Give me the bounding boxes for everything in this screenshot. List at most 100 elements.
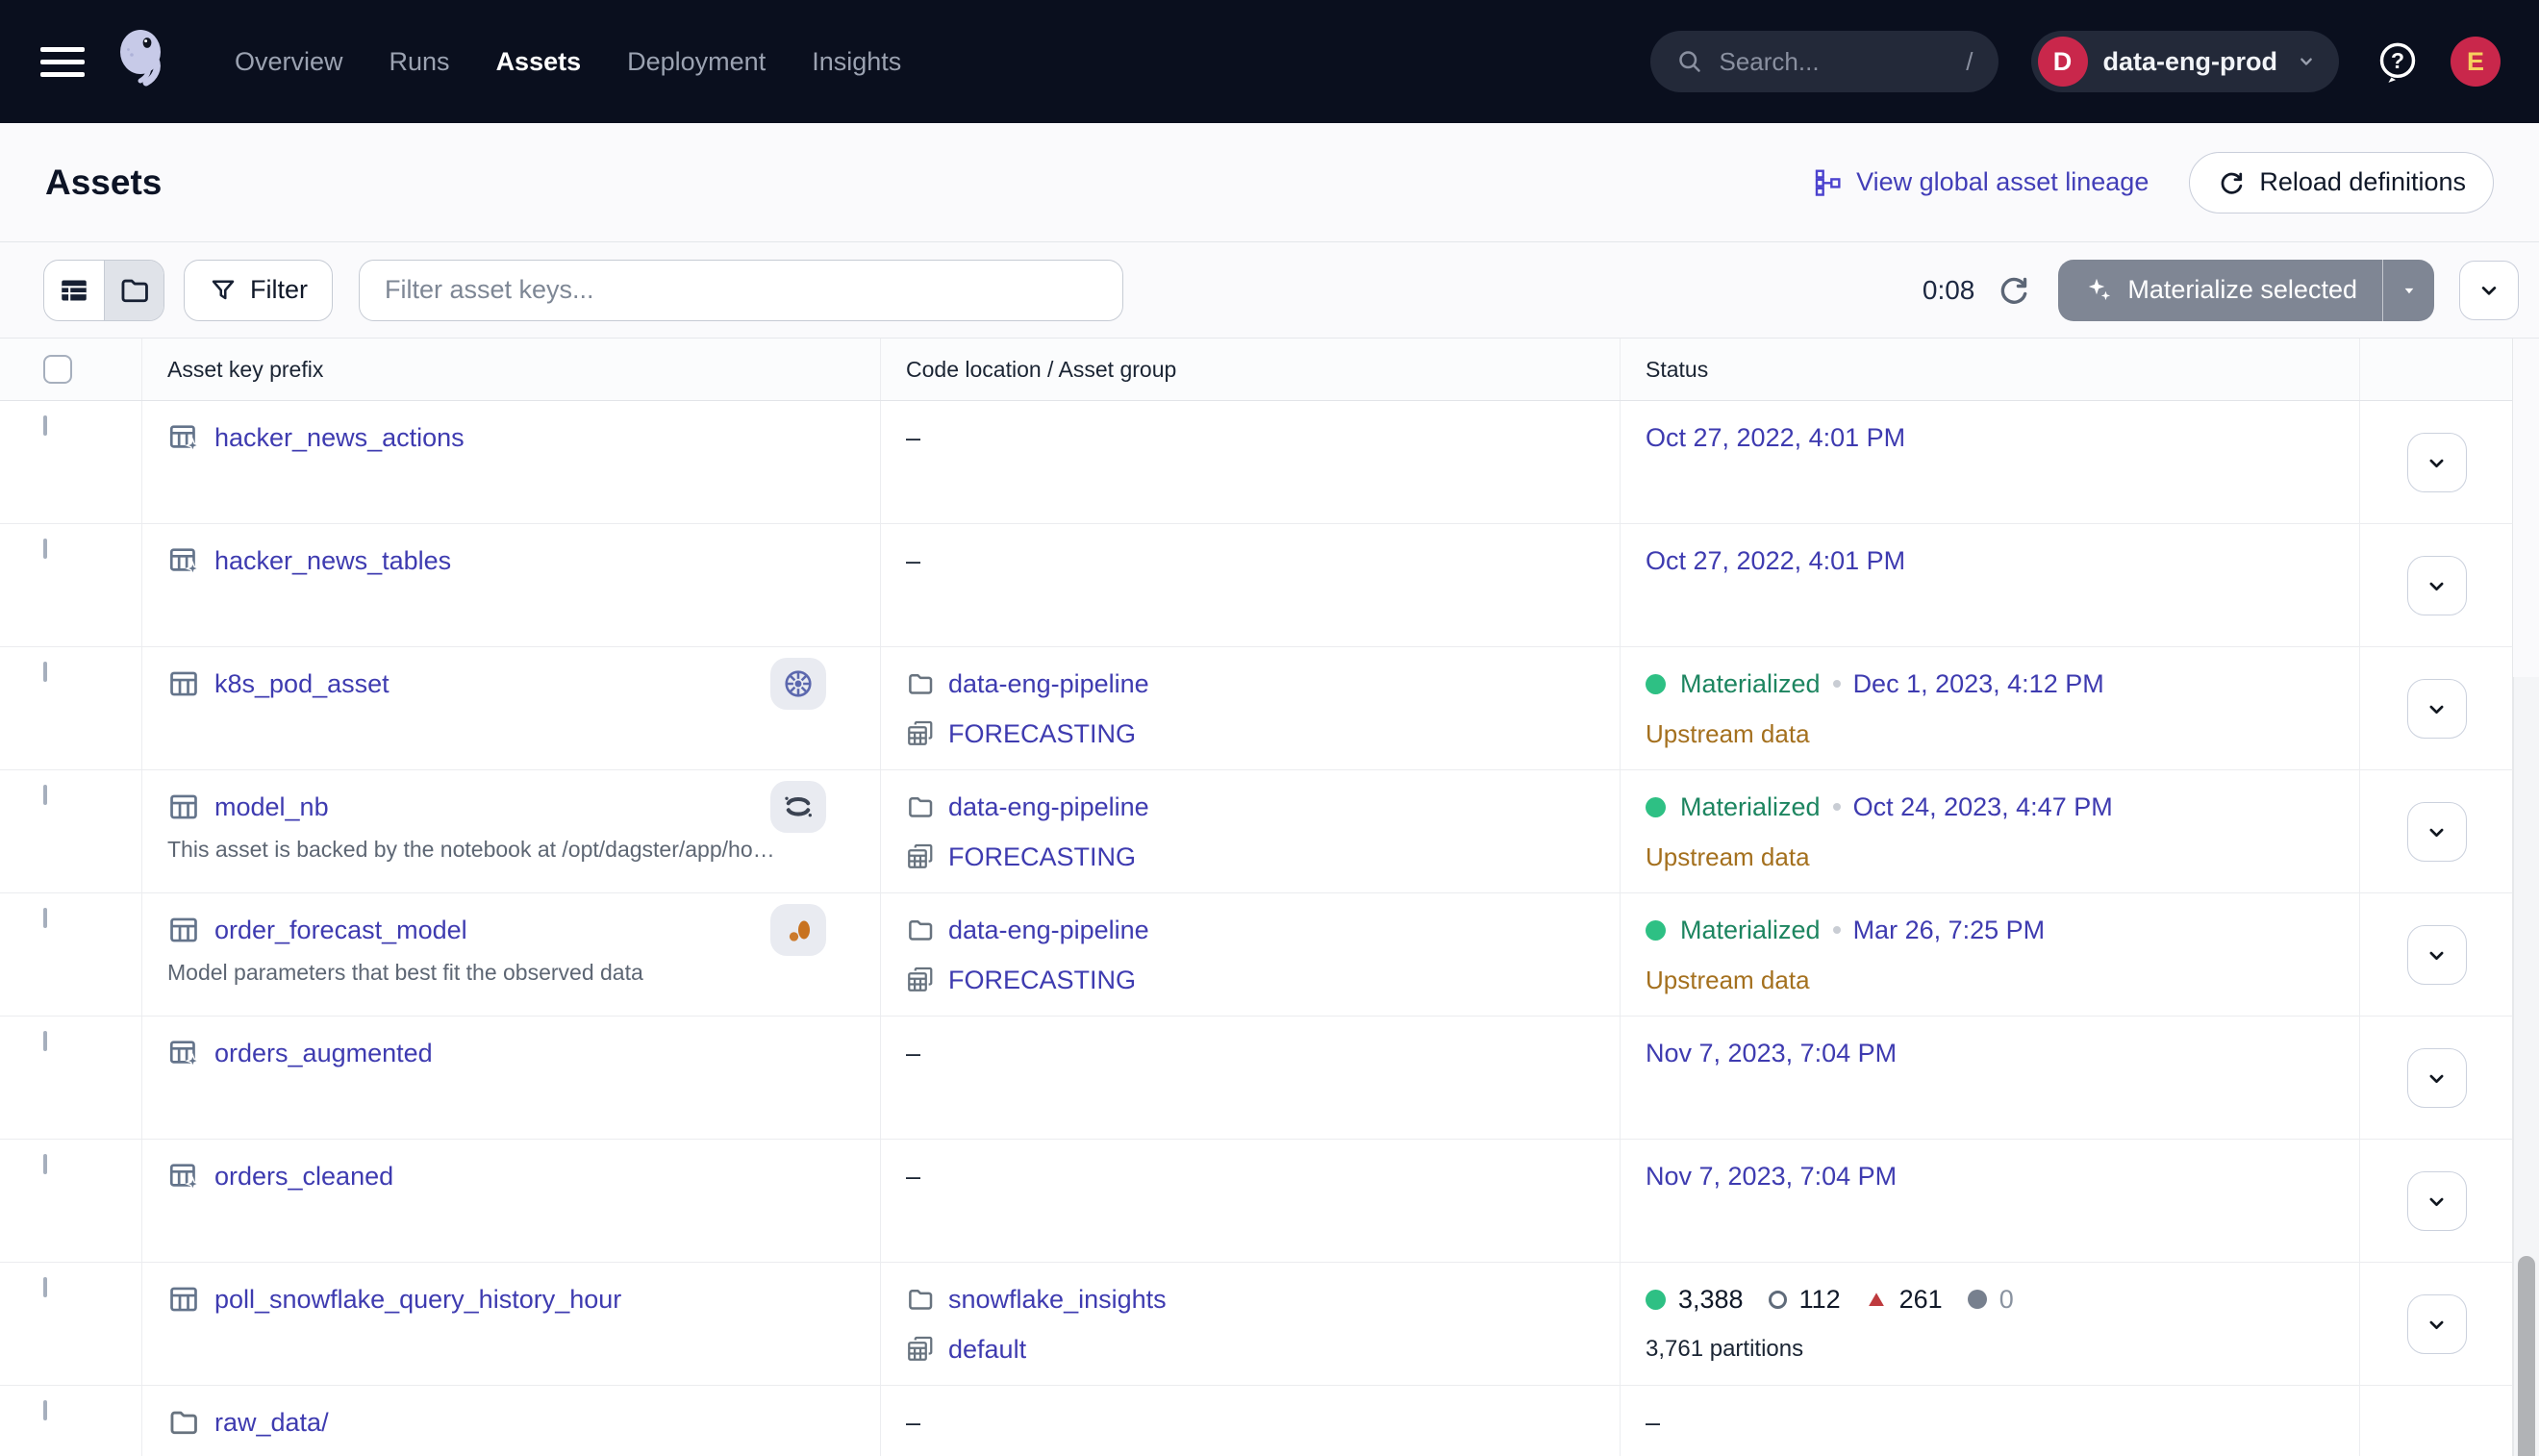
materialized-label: Materialized (1680, 792, 1821, 822)
materialization-date-link[interactable]: Oct 27, 2022, 4:01 PM (1646, 423, 1905, 453)
asset-link[interactable]: orders_augmented (214, 1039, 433, 1068)
materialization-date-link[interactable]: Dec 1, 2023, 4:12 PM (1853, 669, 2104, 699)
materialize-dropdown-toggle[interactable] (2382, 260, 2434, 321)
filter-asset-keys-input[interactable] (359, 260, 1123, 321)
asset-group-link[interactable]: FORECASTING (948, 719, 1136, 749)
asset-line: orders_cleaned (167, 1155, 861, 1197)
upstream-data-note: Upstream data (1646, 836, 2359, 878)
table-row: orders_augmented–Nov 7, 2023, 7:04 PM (0, 1017, 2513, 1140)
table-sparkle-icon (167, 1037, 200, 1069)
separator-dot (1833, 803, 1841, 811)
asset-link[interactable]: orders_cleaned (214, 1162, 393, 1192)
asset-group-link[interactable]: FORECASTING (948, 842, 1136, 872)
row-checkbox[interactable] (43, 908, 47, 928)
asset-link[interactable]: poll_snowflake_query_history_hour (214, 1285, 621, 1315)
row-expand-button[interactable] (2407, 556, 2467, 615)
code-location-link[interactable]: snowflake_insights (948, 1285, 1167, 1315)
scrollbar-track[interactable] (2513, 677, 2539, 1456)
row-expand-button[interactable] (2407, 433, 2467, 492)
nav-item-overview[interactable]: Overview (235, 47, 343, 77)
kubernetes-icon (781, 666, 816, 701)
column-header-asset-key-prefix: Asset key prefix (141, 339, 880, 400)
row-checkbox[interactable] (43, 1277, 47, 1297)
chevron-down-icon (2424, 1066, 2450, 1092)
row-checkbox[interactable] (43, 1400, 47, 1420)
code-location-cell: – (880, 1140, 1620, 1262)
folder-view-toggle[interactable] (104, 261, 163, 320)
materialization-date-link[interactable]: Oct 27, 2022, 4:01 PM (1646, 546, 1905, 576)
row-expand-button[interactable] (2407, 925, 2467, 985)
partitions-gray-dot (1968, 1290, 1987, 1309)
materialization-date-link[interactable]: Oct 24, 2023, 4:47 PM (1853, 792, 2113, 822)
asset-link[interactable]: raw_data/ (214, 1408, 329, 1438)
reload-definitions-button[interactable]: Reload definitions (2189, 152, 2494, 213)
nav-item-insights[interactable]: Insights (812, 47, 901, 77)
asset-link[interactable]: k8s_pod_asset (214, 669, 390, 699)
row-expand-button[interactable] (2407, 679, 2467, 739)
row-expand-button[interactable] (2407, 1048, 2467, 1108)
filter-button[interactable]: Filter (184, 260, 333, 321)
chevron-down-icon (2424, 573, 2450, 599)
row-select-cell (0, 893, 141, 1016)
reload-icon (2217, 168, 2246, 197)
nav-item-assets[interactable]: Assets (496, 47, 582, 77)
row-select-cell (0, 1017, 141, 1139)
row-expand-button[interactable] (2407, 1171, 2467, 1231)
asset-description: This asset is backed by the notebook at … (167, 837, 855, 863)
materialization-date-link[interactable]: Nov 7, 2023, 7:04 PM (1646, 1039, 1897, 1068)
row-select-cell (0, 1263, 141, 1385)
column-header-code-location: Code location / Asset group (880, 339, 1620, 400)
list-view-toggle[interactable] (44, 261, 104, 320)
upstream-data-note: Upstream data (1646, 713, 2359, 755)
row-checkbox[interactable] (43, 662, 47, 682)
nav-item-deployment[interactable]: Deployment (627, 47, 766, 77)
code-location-cell: data-eng-pipeline FORECASTING (880, 770, 1620, 892)
status-line: Materialized Mar 26, 7:25 PM (1646, 909, 2359, 951)
asset-link[interactable]: model_nb (214, 792, 329, 822)
row-expand-button[interactable] (2407, 802, 2467, 862)
materialization-date-link[interactable]: Nov 7, 2023, 7:04 PM (1646, 1162, 1897, 1192)
asset-link[interactable]: hacker_news_actions (214, 423, 465, 453)
code-location-cell: – (880, 401, 1620, 523)
row-checkbox[interactable] (43, 415, 47, 436)
code-location-link[interactable]: data-eng-pipeline (948, 792, 1149, 822)
actions-cell (2359, 1263, 2513, 1385)
actions-cell (2359, 647, 2513, 769)
refresh-icon[interactable] (1996, 272, 2031, 308)
status-cell: MaterializedDec 1, 2023, 4:12 PMUpstream… (1620, 647, 2359, 769)
asset-line: model_nb (167, 786, 861, 828)
asset-group-link[interactable]: default (948, 1335, 1026, 1365)
menu-icon[interactable] (40, 39, 85, 85)
code-location-link[interactable]: data-eng-pipeline (948, 669, 1149, 699)
scrollbar-thumb[interactable] (2518, 1256, 2535, 1456)
partition-count: 112 (1799, 1285, 1841, 1315)
search-input[interactable]: Search... / (1650, 31, 1999, 92)
materialize-selected-button[interactable]: Materialize selected (2058, 260, 2434, 321)
upstream-data-note: Upstream data (1646, 959, 2359, 1001)
toolbar-more-button[interactable] (2459, 261, 2519, 320)
materialized-label: Materialized (1680, 916, 1821, 945)
row-checkbox[interactable] (43, 539, 47, 559)
asset-link[interactable]: hacker_news_tables (214, 546, 451, 576)
asset-cell: poll_snowflake_query_history_hour (141, 1263, 880, 1385)
help-icon[interactable]: ? (2376, 39, 2420, 84)
view-global-asset-lineage-link[interactable]: View global asset lineage (1813, 167, 2149, 198)
deployment-switcher[interactable]: D data-eng-prod (2031, 31, 2340, 92)
materialization-date-link[interactable]: Mar 26, 7:25 PM (1853, 916, 2046, 945)
nav-item-runs[interactable]: Runs (390, 47, 450, 77)
row-expand-button[interactable] (2407, 1294, 2467, 1354)
table-row: poll_snowflake_query_history_hour snowfla… (0, 1263, 2513, 1386)
user-avatar[interactable]: E (2451, 37, 2501, 87)
asset-group-link[interactable]: FORECASTING (948, 966, 1136, 995)
row-checkbox[interactable] (43, 1031, 47, 1051)
caret-down-icon (2397, 278, 2422, 303)
select-all-checkbox[interactable] (43, 355, 72, 384)
table-row: k8s_pod_asset data-eng-pipeline FORECASTIN… (0, 647, 2513, 770)
status-cell: Nov 7, 2023, 7:04 PM (1620, 1017, 2359, 1139)
row-checkbox[interactable] (43, 785, 47, 805)
status-cell: Nov 7, 2023, 7:04 PM (1620, 1140, 2359, 1262)
asset-link[interactable]: order_forecast_model (214, 916, 467, 945)
row-select-cell (0, 524, 141, 646)
code-location-link[interactable]: data-eng-pipeline (948, 916, 1149, 945)
row-checkbox[interactable] (43, 1154, 47, 1174)
